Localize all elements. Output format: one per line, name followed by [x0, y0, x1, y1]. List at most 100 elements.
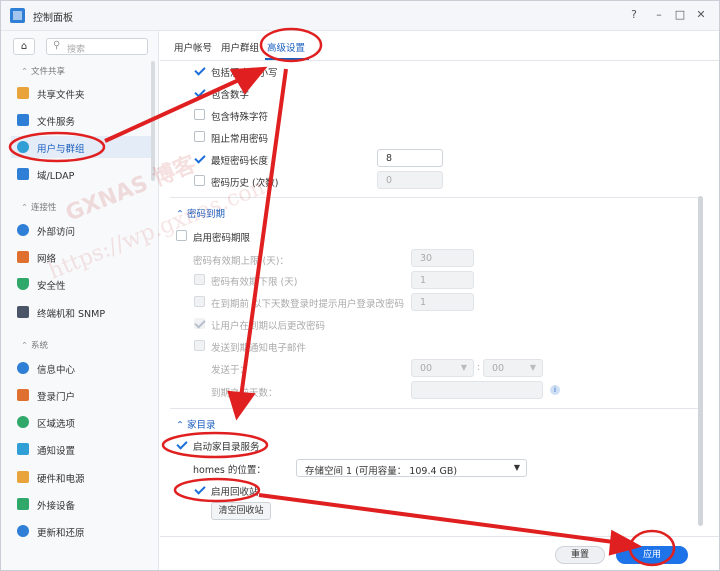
send-at-label: 发送于： [211, 365, 250, 376]
reset-button[interactable]: 重置 [555, 546, 605, 564]
apply-button[interactable]: 应用 [616, 546, 688, 564]
sidebar-item-security[interactable]: 安全性 [11, 273, 151, 295]
recycle-bin-label: 启用回收站 [211, 487, 259, 498]
home-button[interactable]: ⌂ [13, 38, 35, 55]
sidebar-item-hardware-power[interactable]: 硬件和电源 [11, 466, 151, 488]
min-age-label: 密码有效期下限 (天) [211, 277, 298, 288]
sidebar-item-users-groups[interactable]: 用户与群组 [11, 136, 151, 158]
control-panel-app-icon [10, 8, 25, 23]
tab-advanced[interactable]: 高级设置 [267, 40, 305, 54]
search-box[interactable]: ⚲ 搜索 [46, 38, 148, 55]
sidebar-item-info-center[interactable]: 信息中心 [11, 357, 151, 379]
section-connectivity[interactable]: ⌃ 连接性 [21, 201, 57, 213]
include-digits-label: 包含数字 [211, 90, 250, 101]
home-service-checkbox[interactable] [176, 439, 187, 450]
include-special-checkbox[interactable] [194, 109, 205, 120]
notify-login-input[interactable]: 1 [411, 293, 474, 311]
tab-user-accounts[interactable]: 用户帐号 [174, 40, 212, 54]
email-notify-label: 发送到期通知电子邮件 [211, 343, 307, 354]
min-length-input[interactable]: 8 [377, 149, 443, 167]
divider [170, 408, 700, 409]
domain-icon [17, 168, 29, 180]
sidebar-item-file-services[interactable]: 文件服务 [11, 109, 151, 131]
close-icon[interactable]: ✕ [693, 7, 709, 23]
home-location-label: homes 的位置： [193, 465, 266, 476]
allow-change-checkbox[interactable] [194, 318, 205, 329]
notification-icon [17, 443, 29, 455]
notify-login-checkbox[interactable] [194, 296, 205, 307]
home-section-header[interactable]: ⌃ 家目录 [176, 417, 216, 431]
max-age-label: 密码有效期上限 (天)： [193, 256, 289, 267]
chevron-down-icon: ▼ [529, 363, 536, 372]
sidebar-item-login-portal[interactable]: 登录门户 [11, 384, 151, 406]
home-location-select[interactable]: 存储空间 1 (可用容量： 109.4 GB) ▼ [296, 459, 527, 477]
notify-login-label: 在到期前 以下天数登录时提示用户登录改密码 [211, 299, 405, 310]
days-before-label: 到期之前天数： [211, 388, 278, 399]
globe-icon [17, 416, 29, 428]
window-title: 控制面板 [33, 13, 73, 24]
control-panel-window: 控制面板 ? – □ ✕ ⌂ ⚲ 搜索 ⌃ 文件共享 共享文件夹 文件服务 用户与… [0, 0, 720, 571]
title-bar: 控制面板 ? – □ ✕ [1, 1, 719, 31]
external-access-icon [17, 224, 29, 236]
time-separator: : [477, 362, 481, 373]
sidebar-item-update-restore[interactable]: 更新和还原 [11, 520, 151, 542]
chevron-up-icon: ⌃ [21, 67, 29, 77]
expiry-enable-label: 启用密码期限 [193, 233, 251, 244]
content-scrollbar[interactable] [698, 196, 703, 526]
max-age-input[interactable]: 30 [411, 249, 474, 267]
tab-user-groups[interactable]: 用户群组 [221, 40, 259, 54]
sidebar-item-external-devices[interactable]: 外接设备 [11, 493, 151, 515]
shield-icon [17, 278, 29, 290]
search-placeholder: 搜索 [67, 45, 86, 55]
chevron-down-icon: ▼ [460, 363, 467, 372]
home-service-label: 启动家目录服务 [193, 442, 260, 453]
main-content: 用户帐号 用户群组 高级设置 包括混合大小写 包含数字 包含特殊字符 阻止常用密… [160, 31, 719, 570]
help-icon[interactable]: ? [626, 7, 642, 23]
chevron-down-icon: ▼ [513, 463, 520, 472]
chevron-up-icon: ⌃ [21, 203, 29, 213]
empty-recycle-button[interactable]: 清空回收站 [211, 502, 271, 520]
hour-select[interactable]: 00 ▼ [411, 359, 474, 377]
users-icon [17, 141, 29, 153]
power-icon [17, 471, 29, 483]
footer-bar: 重置 应用 [160, 536, 719, 570]
active-tab-indicator [265, 58, 309, 60]
login-portal-icon [17, 389, 29, 401]
tab-bar: 用户帐号 用户群组 高级设置 [160, 31, 719, 61]
device-icon [17, 498, 29, 510]
block-common-label: 阻止常用密码 [211, 134, 269, 145]
recycle-bin-checkbox[interactable] [194, 484, 205, 495]
sidebar: ⌂ ⚲ 搜索 ⌃ 文件共享 共享文件夹 文件服务 用户与群组 域/LDAP ⌃ 连接… [1, 31, 159, 570]
info-icon [17, 362, 29, 374]
sidebar-item-shared-folder[interactable]: 共享文件夹 [11, 82, 151, 104]
minute-select[interactable]: 00 ▼ [483, 359, 543, 377]
sidebar-item-notification[interactable]: 通知设置 [11, 438, 151, 460]
min-length-checkbox[interactable] [194, 153, 205, 164]
maximize-icon[interactable]: □ [672, 7, 688, 23]
chevron-up-icon: ⌃ [176, 420, 187, 431]
terminal-icon [17, 306, 29, 318]
include-case-label: 包括混合大小写 [211, 68, 278, 79]
allow-change-label: 让用户在到期以后更改密码 [211, 321, 326, 332]
section-system[interactable]: ⌃ 系统 [21, 339, 48, 351]
block-common-checkbox[interactable] [194, 131, 205, 142]
min-age-checkbox[interactable] [194, 274, 205, 285]
email-notify-checkbox[interactable] [194, 340, 205, 351]
include-case-checkbox[interactable] [194, 65, 205, 76]
days-before-input[interactable] [411, 381, 543, 399]
sidebar-item-regional-options[interactable]: 区域选项 [11, 411, 151, 433]
include-digits-checkbox[interactable] [194, 87, 205, 98]
sidebar-item-terminal-snmp[interactable]: 终端机和 SNMP [11, 301, 151, 323]
info-icon[interactable]: i [550, 385, 560, 395]
minimize-icon[interactable]: – [651, 7, 667, 23]
min-length-label: 最短密码长度 [211, 156, 269, 167]
folder-icon [17, 87, 29, 99]
history-input[interactable]: 0 [377, 171, 443, 189]
file-services-icon [17, 114, 29, 126]
section-file-sharing[interactable]: ⌃ 文件共享 [21, 65, 65, 77]
home-icon: ⌂ [20, 41, 28, 52]
min-age-input[interactable]: 1 [411, 271, 474, 289]
network-icon [17, 251, 29, 263]
chevron-up-icon: ⌃ [21, 341, 29, 351]
include-special-label: 包含特殊字符 [211, 112, 269, 123]
